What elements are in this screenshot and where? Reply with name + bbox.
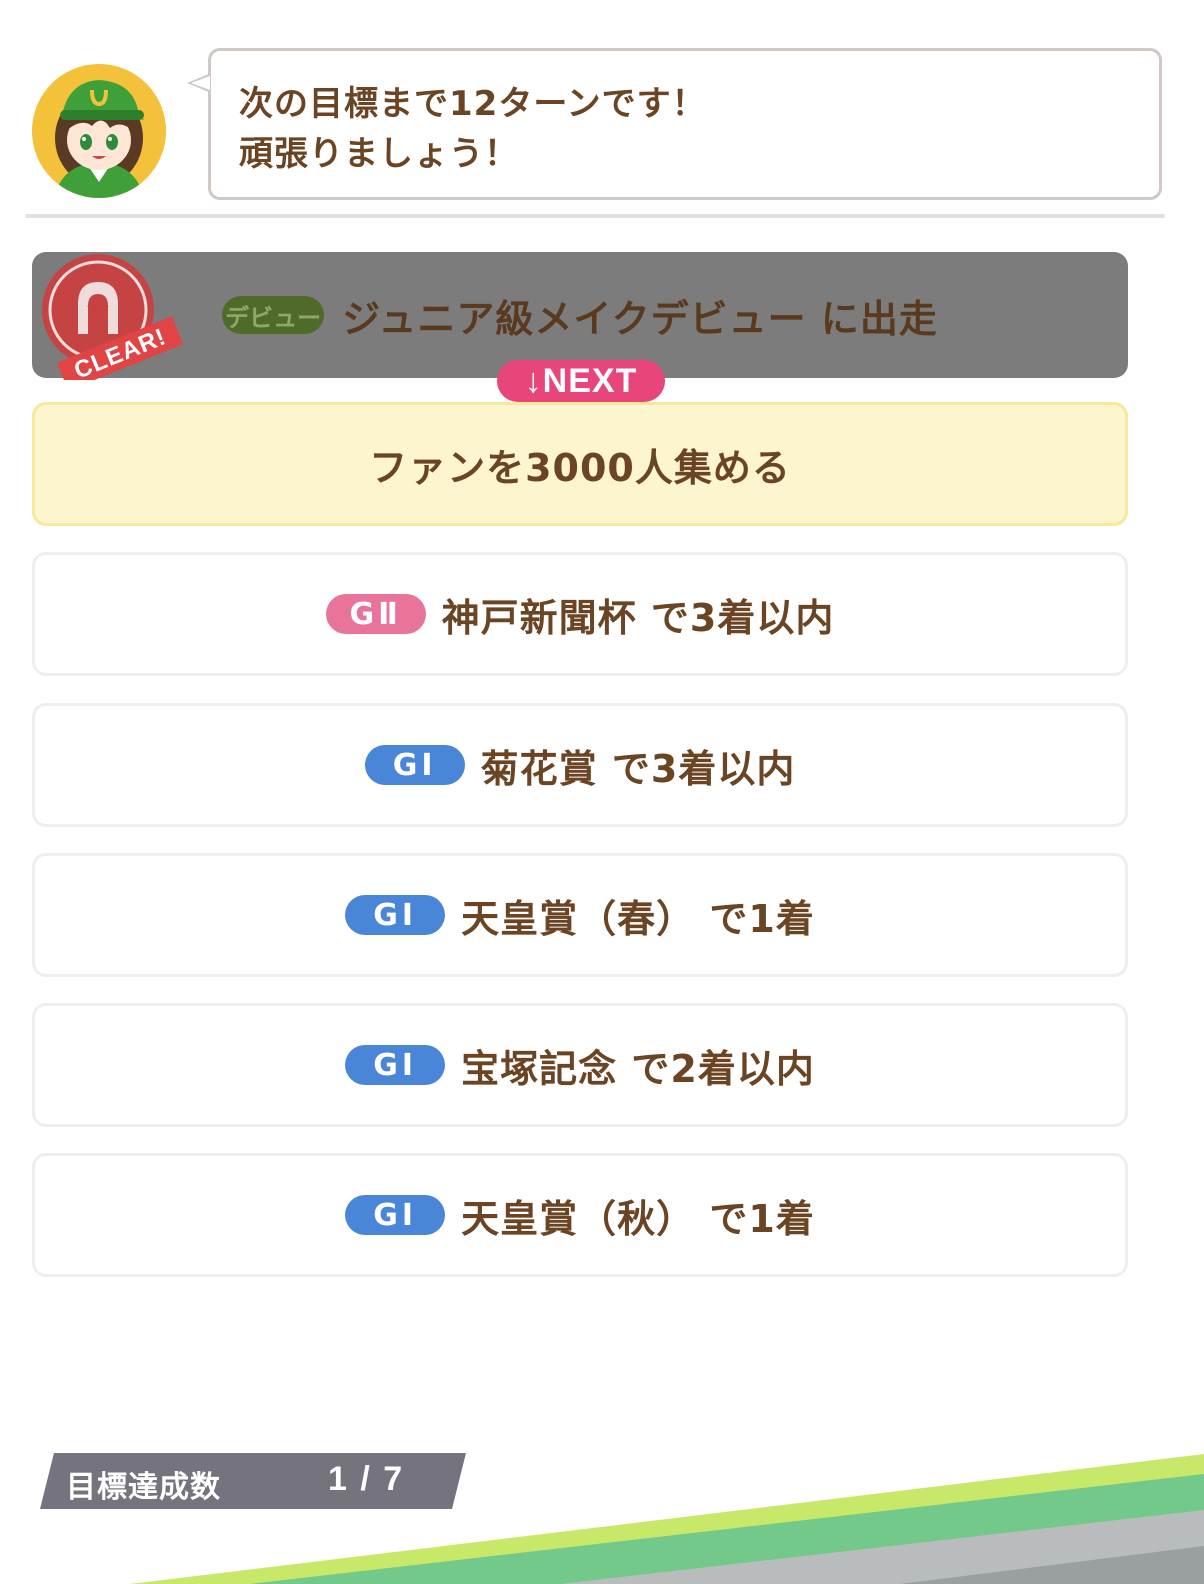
goal-row[interactable]: GⅡ 神戸新聞杯 で3着以内 <box>32 552 1128 676</box>
goal-counter-label: 目標達成数 <box>66 1470 221 1505</box>
grade-badge-debut: デビュー <box>222 296 325 334</box>
goal-row[interactable]: GⅠ 宝塚記念 で2着以内 <box>32 1003 1128 1127</box>
goal-text: 菊花賞 で3着以内 <box>480 746 796 791</box>
next-badge: ↓NEXT <box>497 360 665 402</box>
goal-counter-value: 1 / 7 <box>328 1460 405 1498</box>
speech-bubble: 次の目標まで12ターンです！ 頑張りましょう！ <box>187 48 1162 200</box>
trainer-avatar-icon <box>32 64 166 198</box>
grade-badge-g1: GⅠ <box>345 1045 446 1085</box>
grade-badge-g1: GⅠ <box>345 1195 446 1235</box>
goal-text: 宝塚記念 で2着以内 <box>461 1046 815 1091</box>
speech-line-2: 頑張りましょう！ <box>239 134 519 174</box>
grade-badge-g1: GⅠ <box>345 895 446 935</box>
goal-text: 神戸新聞杯 で3着以内 <box>441 595 835 640</box>
goal-text: 天皇賞（秋） で1着 <box>461 1196 815 1241</box>
goal-text: ジュニア級メイクデビュー に出走 <box>342 296 938 341</box>
header-divider <box>25 214 1165 218</box>
grade-badge-g2: GⅡ <box>325 594 426 634</box>
speech-line-1: 次の目標まで12ターンです！ <box>239 84 707 124</box>
goal-text: 天皇賞（春） で1着 <box>461 896 815 941</box>
speech-bubble-tail <box>187 73 211 93</box>
grade-badge-g1: GⅠ <box>364 745 465 785</box>
goal-row[interactable]: GⅠ 天皇賞（秋） で1着 <box>32 1153 1128 1277</box>
clear-stamp-icon: CLEAR! <box>42 254 184 380</box>
goal-row-current[interactable]: ファンを3000人集める <box>32 402 1128 526</box>
goal-row[interactable]: GⅠ 菊花賞 で3着以内 <box>32 703 1128 827</box>
goal-row[interactable]: GⅠ 天皇賞（春） で1着 <box>32 853 1128 977</box>
goal-text: ファンを3000人集める <box>369 445 791 490</box>
